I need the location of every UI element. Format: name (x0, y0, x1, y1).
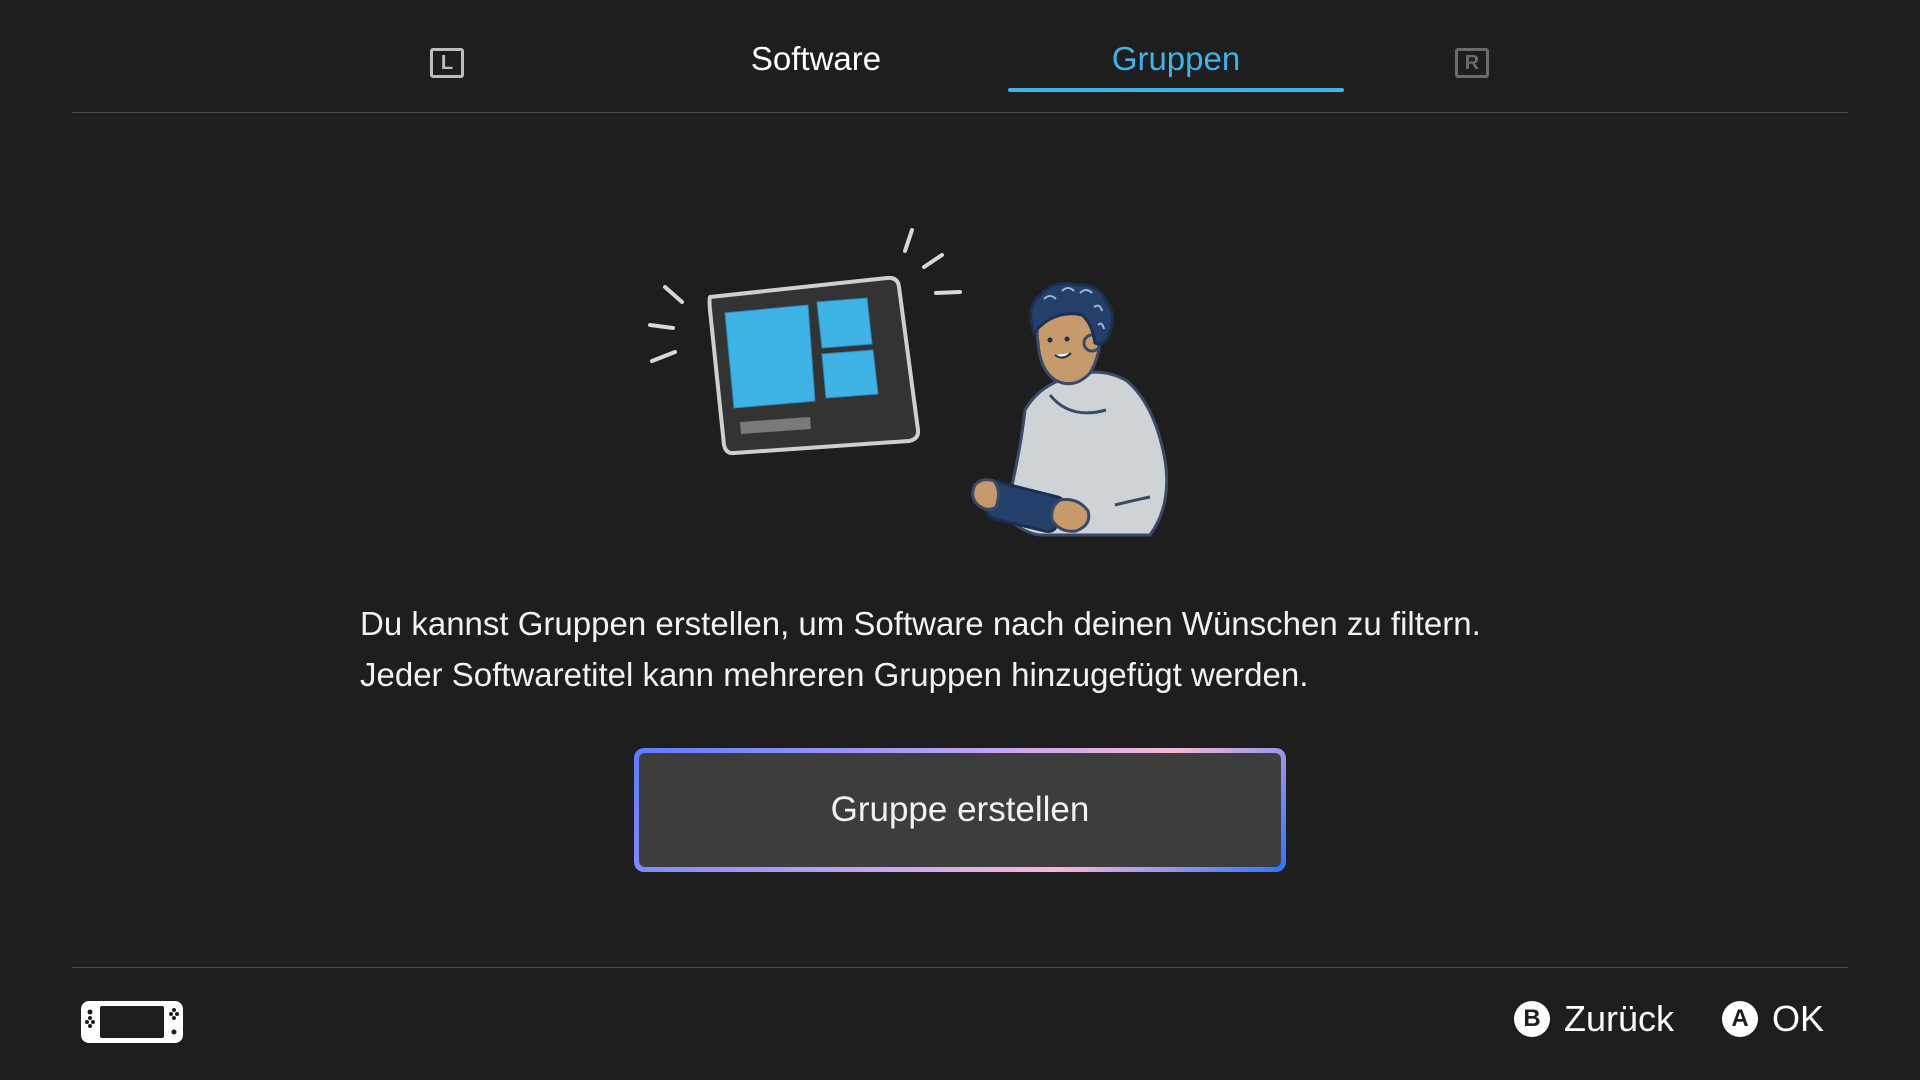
tab-groups-label: Gruppen (1111, 40, 1241, 77)
create-group-button-face: Gruppe erstellen (639, 753, 1281, 867)
b-button-icon: B (1514, 1001, 1550, 1037)
footer-bar: B Zurück A OK (72, 967, 1848, 1080)
ok-hint-label: OK (1772, 998, 1825, 1039)
description-line-1: Du kannst Gruppen erstellen, um Software… (360, 605, 1481, 642)
r-button-glyph: R (1464, 51, 1480, 74)
handheld-console-icon (81, 1001, 183, 1043)
b-button-glyph: B (1523, 1005, 1541, 1032)
person-with-handheld-icon (971, 281, 1169, 537)
r-button-icon[interactable]: R (1455, 48, 1489, 78)
l-button-icon[interactable]: L (430, 48, 464, 78)
groups-description: Du kannst Gruppen erstellen, um Software… (360, 598, 1620, 700)
description-line-2: Jeder Softwaretitel kann mehreren Gruppe… (360, 656, 1309, 693)
groups-illustration (648, 228, 1169, 537)
create-group-button[interactable]: Gruppe erstellen (634, 748, 1286, 872)
tab-software-label: Software (750, 40, 882, 77)
create-group-button-label: Gruppe erstellen (830, 790, 1090, 829)
tab-software[interactable]: Software (666, 40, 966, 92)
tab-header: L Software Gruppen R (72, 0, 1848, 113)
groups-screen: L Software Gruppen R Du kannst Gruppen e… (0, 0, 1920, 1080)
back-hint-label: Zurück (1564, 998, 1675, 1039)
tab-groups[interactable]: Gruppen (1008, 40, 1344, 92)
active-tab-indicator (1008, 88, 1344, 92)
a-button-glyph: A (1731, 1005, 1749, 1032)
tablet-grid-icon (707, 275, 921, 456)
a-button-icon: A (1722, 1001, 1758, 1037)
l-button-glyph: L (440, 51, 454, 74)
ok-hint[interactable]: A OK (1722, 998, 1824, 1040)
back-hint[interactable]: B Zurück (1514, 998, 1674, 1040)
